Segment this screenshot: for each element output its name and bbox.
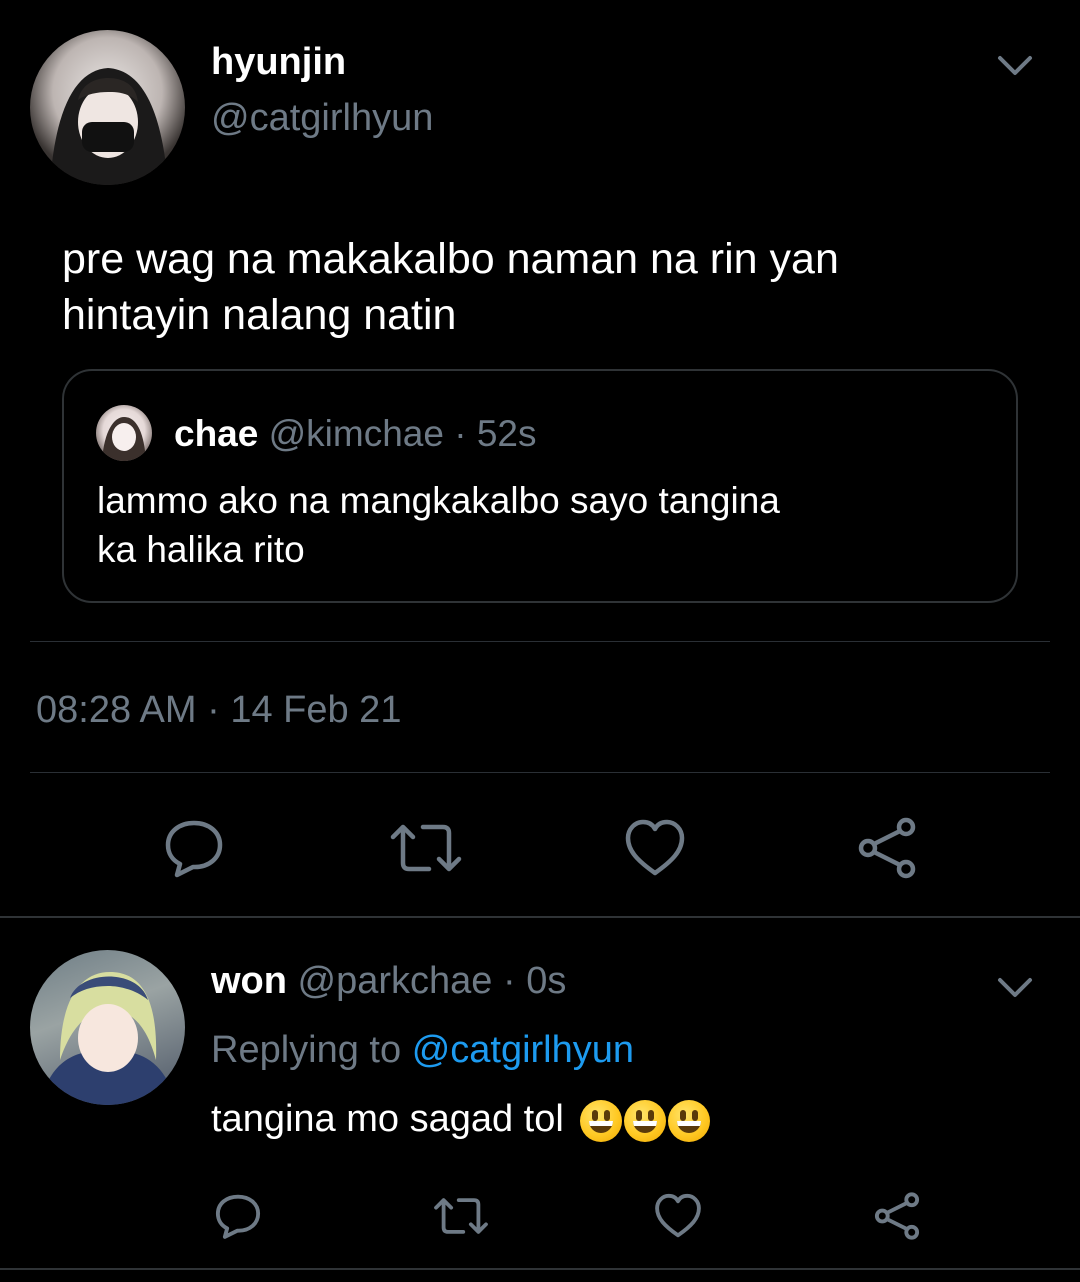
reply-text-row: tangina mo sagad tol [211,1094,711,1144]
like-icon[interactable] [652,1190,704,1242]
grinning-emoji [668,1099,711,1142]
divider [30,641,1050,642]
author-name[interactable]: hyunjin [211,40,346,84]
reply-time: · 0s [503,960,567,1002]
chevron-down-icon[interactable] [995,972,1035,1002]
tweet-text-line1: pre wag na makakalbo naman na rin yan [62,235,839,283]
tweet-text-line2: hintayin nalang natin [62,291,457,339]
quote-text-line2: ka halika rito [97,529,305,570]
share-icon[interactable] [871,1190,923,1242]
share-icon[interactable] [854,815,920,881]
divider [30,772,1050,773]
quote-text-line1: lammo ako na mangkakalbo sayo tangina [97,480,780,521]
divider [0,1268,1080,1270]
like-icon[interactable] [622,815,688,881]
reply-text: tangina mo sagad tol [211,1098,564,1140]
divider [0,916,1080,918]
quote-time: · 52s [454,413,537,454]
author-handle[interactable]: @catgirlhyun [211,96,433,140]
reply-author-avatar[interactable] [30,950,185,1105]
author-avatar[interactable] [30,30,185,185]
reply-author-handle[interactable]: @parkchae [298,960,493,1002]
grinning-emoji [624,1099,667,1142]
grinning-emoji [580,1099,623,1142]
quote-header: chae @kimchae · 52s [174,412,537,456]
quote-author-name[interactable]: chae [174,413,258,454]
retweet-icon[interactable] [389,815,463,881]
reply-icon[interactable] [161,815,227,881]
tweet-timestamp[interactable]: 08:28 AM · 14 Feb 21 [36,688,401,732]
retweet-icon[interactable] [432,1190,490,1242]
replying-prefix: Replying to [211,1029,402,1071]
quote-author-handle[interactable]: @kimchae [269,413,444,454]
quote-author-avatar [96,405,152,461]
chevron-down-icon[interactable] [995,50,1035,80]
replying-to: Replying to @catgirlhyun [211,1027,634,1073]
reply-header: won @parkchae · 0s [211,958,566,1004]
reply-icon[interactable] [212,1190,264,1242]
replying-handle-link[interactable]: @catgirlhyun [412,1029,634,1071]
reply-author-name[interactable]: won [211,960,287,1002]
